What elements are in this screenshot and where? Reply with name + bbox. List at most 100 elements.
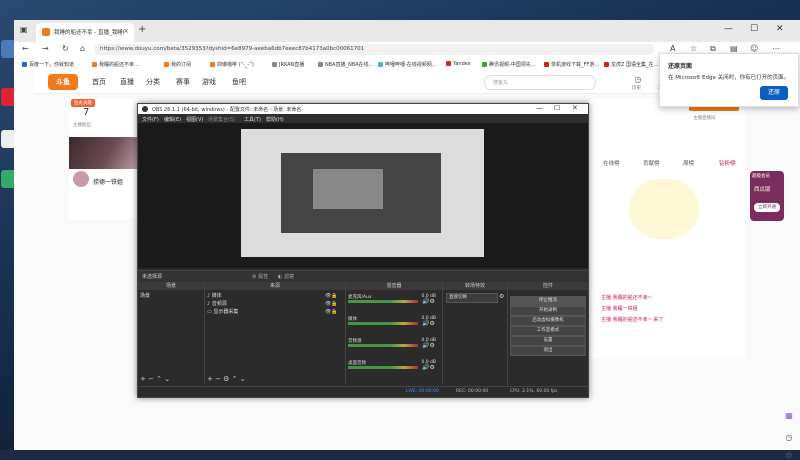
rank-badge: 鱼丸贡献 (71, 99, 95, 107)
settings-button[interactable]: 设置 (510, 336, 586, 346)
home-icon[interactable]: ⌂ (80, 44, 85, 53)
favorite-star-icon[interactable]: ☆ (690, 44, 697, 53)
tab-contrib-rank[interactable]: 贡献榜 (643, 159, 660, 167)
source-item[interactable]: ♪ 音频源 (207, 300, 227, 307)
obs-menubar: 文件(F) 编辑(E) 视图(V) 场景集合(S) 工具(T) 帮助(H) (138, 114, 588, 123)
speaker-icon[interactable]: 🔊⚙ (422, 320, 435, 327)
close-icon[interactable]: × (123, 27, 129, 35)
live-status: LIVE: 00:00:00 (406, 389, 439, 394)
profile-icon[interactable]: ☺ (750, 44, 758, 53)
restore-button[interactable]: 还原 (760, 86, 788, 100)
obs-titlebar: OBS 26.1.1 (64-bit, windows) - 配置文件: 未命名… (138, 104, 588, 114)
rank-label: 主播粉丝 (73, 123, 91, 128)
scene-item[interactable]: 场景 (140, 292, 150, 299)
site-logo[interactable]: 斗鱼 (48, 74, 78, 90)
tab-weekly-rank[interactable]: 周榜 (683, 159, 694, 167)
favorite-item[interactable]: 百度一下，你就知道 (22, 61, 74, 68)
menu-scene-collection[interactable]: 场景集合(S) (208, 116, 235, 123)
minimize-icon[interactable]: — (724, 24, 733, 34)
mixer-channel: 桌面音频 0.0 dB 🔊⚙ (348, 360, 436, 371)
douyu-favicon (42, 28, 50, 36)
apps-grid-icon[interactable]: ▦ (784, 411, 794, 420)
obs-preview[interactable] (138, 123, 588, 268)
menu-file[interactable]: 文件(F) (142, 116, 159, 123)
source-item[interactable]: ▭ 显示器采集 (207, 308, 238, 315)
favorite-item[interactable]: 哔哩哔哩-在线视频网… (378, 61, 437, 68)
gear-icon[interactable]: ⚙ (784, 451, 794, 460)
favorite-item[interactable]: 单机游戏下载_FF游… (544, 61, 599, 68)
nav-events[interactable]: 赛事 (176, 77, 190, 87)
mixer-channel: 媒体 0.0 dB 🔊⚙ (348, 316, 436, 327)
favorite-item[interactable]: 我的订阅 (164, 61, 191, 68)
menu-edit[interactable]: 编辑(E) (164, 116, 181, 123)
mixer-channel: 麦克风/Aux 0.0 dB 🔊⚙ (348, 294, 436, 305)
tab-online-rank[interactable]: 在线榜 (603, 159, 620, 167)
nav-home[interactable]: 首页 (92, 77, 106, 87)
minimize-icon[interactable]: — (536, 104, 543, 112)
exit-button[interactable]: 退出 (510, 346, 586, 356)
rec-status: REC: 00:00:00 (456, 389, 489, 394)
studio-mode-button[interactable]: 工作室模式 (510, 326, 586, 336)
vip-open-button[interactable]: 立即开通 (754, 203, 780, 212)
source-controls[interactable]: + − ⚙ ⌃ ⌄ (207, 375, 246, 383)
virtual-camera-button[interactable]: 启动虚拟摄像机 (510, 316, 586, 326)
popup-title: 还原页面 (668, 63, 693, 70)
nav-live[interactable]: 直播 (120, 77, 134, 87)
refresh-icon[interactable]: ↻ (62, 44, 69, 53)
sources-dock: 来源 ♪ 媒体 ♪ 音频源 ▭ 显示器采集 👁🔒 👁🔒 👁🔒 + − ⚙ ⌃ ⌄ (205, 282, 346, 385)
vip-subtitle: 西瓜版 (754, 187, 771, 193)
speaker-icon[interactable]: 🔊⚙ (422, 298, 435, 305)
stop-streaming-button[interactable]: 停止推流 (510, 296, 586, 306)
avatar[interactable] (73, 171, 89, 187)
favorite-item[interactable]: 龙虎Z 国语全集_在… (604, 61, 659, 68)
history-icon[interactable]: ◷ (632, 75, 644, 84)
nav-yuba[interactable]: 鱼吧 (232, 77, 246, 87)
mixer-channel: 音频源 0.0 dB 🔊⚙ (348, 338, 436, 349)
filters-button[interactable]: ◐ 滤镜 (278, 273, 294, 280)
collections-icon[interactable]: ▤ (730, 44, 738, 53)
menu-view[interactable]: 视图(V) (186, 116, 203, 123)
back-icon[interactable]: ← (22, 44, 29, 53)
speaker-icon[interactable]: 🔊⚙ (422, 364, 435, 371)
favorite-item[interactable]: 抑爆咖啡 (“-_-”) (210, 61, 254, 68)
favorite-item[interactable]: 腾讯视频-中国领先… (482, 61, 536, 68)
mixer-header: 混音器 (346, 282, 442, 290)
tab-diamond-fans[interactable]: 钻粉榜 (719, 159, 736, 167)
clock-icon[interactable]: ◷ (784, 433, 794, 442)
streamer-name[interactable]: 捞德一铁姐 (93, 177, 123, 186)
favorite-item[interactable]: Yandex (446, 61, 471, 67)
gear-icon[interactable]: ⚙ (499, 293, 504, 300)
visibility-lock-icons[interactable]: 👁🔒 👁🔒 👁🔒 (325, 292, 338, 316)
favorite-item[interactable]: 我睡的船还不幸… (92, 61, 139, 68)
nav-category[interactable]: 分类 (146, 77, 160, 87)
source-item[interactable]: ♪ 媒体 (207, 292, 222, 299)
new-tab-button[interactable]: + (138, 24, 146, 35)
maximize-icon[interactable]: ☐ (554, 104, 560, 112)
nav-games[interactable]: 游戏 (202, 77, 216, 87)
scene-controls[interactable]: + − ⌃ ⌄ (140, 375, 170, 383)
maximize-icon[interactable]: ☐ (750, 24, 758, 34)
speaker-icon[interactable]: 🔊⚙ (422, 342, 435, 349)
menu-tools[interactable]: 工具(T) (244, 116, 261, 123)
favorite-item[interactable]: NBA直播_NBA在线… (318, 61, 374, 68)
browser-tab[interactable]: 我睡的船还不幸 - 直播_我睡的船 × (36, 23, 134, 42)
address-bar[interactable]: https://www.douyu.com/beta/3529353?dyshi… (94, 44, 654, 55)
scenes-dock: 场景 场景 + − ⌃ ⌄ (138, 282, 205, 385)
close-window-icon[interactable]: ✕ (776, 24, 784, 34)
preview-capture-image (241, 129, 484, 257)
transition-select[interactable]: 直接切换 (446, 293, 498, 303)
search-input[interactable]: 搜鱼丸 (484, 75, 596, 90)
vip-card[interactable]: 超级会员 西瓜版 立即开通 (750, 171, 784, 221)
read-aloud-icon[interactable]: A (670, 44, 675, 53)
start-recording-button[interactable]: 开始录制 (510, 306, 586, 316)
controls-header: 控件 (508, 282, 588, 290)
tab-actions-icon[interactable]: ▣ (20, 25, 28, 34)
transitions-dock: 转场特效 直接切换 ⚙ (443, 282, 508, 385)
forward-icon[interactable]: → (42, 44, 49, 53)
close-icon[interactable]: ✕ (572, 104, 578, 112)
favorite-item[interactable]: JRKAN直播 (272, 61, 304, 68)
menu-help[interactable]: 帮助(H) (266, 116, 284, 123)
properties-button[interactable]: ⚙ 属性 (252, 273, 268, 280)
settings-menu-icon[interactable]: ⋯ (772, 44, 780, 53)
search-placeholder: 搜鱼丸 (493, 80, 509, 86)
